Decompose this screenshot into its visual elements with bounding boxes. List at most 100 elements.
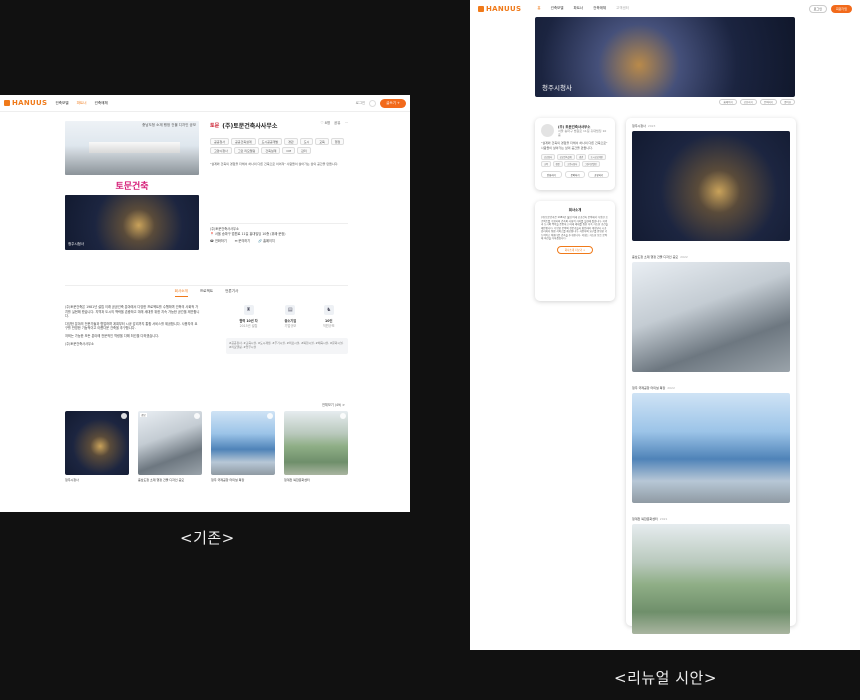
tag-chip[interactable]: 공공청사 — [541, 153, 556, 160]
menu-item-models[interactable]: 건축모델 — [551, 6, 564, 11]
office-mini-logo: 토문 — [210, 123, 220, 129]
pill-like[interactable]: 좋아요 — [780, 99, 795, 105]
project-item[interactable]: 충남도청 소재 행정 건물 디자인 공모 2022 — [632, 255, 790, 372]
share-button[interactable]: 공유하기 — [588, 171, 610, 179]
tag-chip[interactable]: 도시 — [299, 138, 314, 145]
intro-paragraph: 저희는 가능한 모든 분야에 전문적인 역량을 다해 최선을 다하겠습니다. — [65, 333, 160, 338]
project-card[interactable]: 공모 충남도청 소재 행정 건물 디자인 공모 — [138, 411, 202, 482]
tag-chip[interactable]: 교육 — [541, 161, 552, 168]
tab-projects[interactable]: 프로젝트 — [200, 287, 213, 297]
renewal-profile-card: (주) 토문건축사사무소 서울 송파구 법원로 11길 홍대빌딩 10층 "설계… — [535, 118, 615, 190]
tag-chip[interactable]: 행정 — [330, 138, 345, 145]
intro-signature: (주)토문건축사사무소 — [65, 341, 94, 346]
tag-chip[interactable]: 교육 — [315, 138, 329, 145]
tag-chip[interactable]: 고양시청사 — [564, 161, 581, 168]
tag-chip[interactable]: 건축설계 — [261, 147, 281, 154]
renewal-nav-actions: 로그인 회원가입 — [808, 4, 852, 13]
tag-chip[interactable]: 경관 — [576, 153, 587, 160]
project-card-title: 청주 국제공항 터미널 확장 — [211, 478, 245, 482]
office-tools: ♡ 8명 공유 ⋯ — [320, 121, 348, 126]
project-card-title: 청주시청사 — [65, 478, 79, 482]
project-card-title: 청계천 복합문화센터 — [284, 478, 310, 482]
project-item[interactable]: 청주시청사 2023 — [632, 124, 790, 241]
heart-icon[interactable] — [267, 413, 273, 419]
tag-chip[interactable]: 행정 — [552, 161, 563, 168]
renewal-about-card: 회사소개 (주)토문건축은 1981년 설립 이래 공공건축 분야에서 다양한 … — [535, 201, 615, 301]
like-button[interactable]: ♡ 8명 — [320, 121, 330, 126]
menu-item-home[interactable]: 홈 — [537, 6, 540, 11]
about-more-button[interactable]: 회사소개 더보기 > — [557, 245, 593, 254]
legacy-page-screenshot: HANUUS 건축모델 파트너 건축매체 로그인 글쓰기 + 충남도청 소재 행… — [0, 95, 410, 512]
tag-chip[interactable]: 그린리모델링 — [581, 161, 600, 168]
homepage-button[interactable]: 🔗 홈페이지 — [258, 239, 275, 244]
renewal-hero-image[interactable]: 청주시청사 — [535, 17, 795, 97]
menu-item-media[interactable]: 건축매체 — [593, 6, 606, 11]
tag-chip[interactable]: 경관 — [284, 138, 298, 145]
tag-chip[interactable]: 도시공공개발 — [587, 153, 606, 160]
pill-homepage[interactable]: 홈페이지 — [719, 99, 737, 105]
project-badge: 공모 — [140, 413, 147, 417]
hero-photo-night[interactable]: 청주시청사 — [65, 195, 199, 250]
office-tag-chips: 공공청사 공공건축설계 도시공공개발 경관 도시 교육 행정 고양시청사 그린 … — [210, 138, 348, 154]
call-button[interactable]: 전화하기 — [541, 171, 562, 179]
legacy-menu-item-active[interactable]: 파트너 — [77, 101, 87, 106]
legacy-content-tabs: 회사소개 프로젝트 언론기사 — [65, 285, 348, 297]
project-image[interactable] — [632, 393, 790, 503]
tag-chip[interactable]: 도시공공개발 — [257, 138, 283, 145]
profile-description: "설계와 건축의 경험을 더해서 하나의 다른 건축으로" 사람들이 살아가는 … — [541, 141, 608, 150]
signup-button[interactable]: 회원가입 — [830, 4, 852, 13]
legacy-menu-item[interactable]: 건축매체 — [95, 101, 108, 106]
projects-view-all-link[interactable]: 전체보기 (49) > — [322, 402, 345, 407]
tag-chip[interactable]: 공공청사 — [210, 138, 230, 145]
hero-photo-caption: 충남도청 소재 행정 건물 디자인 공모 — [142, 123, 196, 127]
share-button[interactable]: 공유 — [334, 121, 340, 126]
pill-inquiry[interactable]: 문의하기 — [759, 99, 778, 105]
heart-icon[interactable] — [340, 413, 346, 419]
project-card[interactable]: 청주 국제공항 터미널 확장 — [211, 411, 275, 482]
tag-chip[interactable]: 감리 — [297, 147, 311, 154]
project-image[interactable] — [632, 262, 790, 372]
call-button[interactable]: ☎ 전화하기 — [210, 239, 227, 244]
tag-chip[interactable]: 공공건축설계 — [556, 153, 575, 160]
about-title: 회사소개 — [568, 208, 582, 212]
login-button[interactable]: 로그인 — [808, 4, 827, 13]
user-icon[interactable] — [369, 99, 377, 107]
menu-item-support[interactable]: 고객센터 — [616, 6, 629, 11]
hero-photo-building[interactable]: 충남도청 소재 행정 건물 디자인 공모 — [65, 121, 199, 175]
project-item[interactable]: 청계천 복합문화센터 2021 — [632, 517, 790, 634]
renewal-action-pills: 홈페이지 공유하기 문의하기 좋아요 — [719, 99, 795, 105]
inquiry-button[interactable]: 문의하기 — [564, 171, 586, 179]
office-description: "설계와 건축의 경험을 더해서 하나의 다른 건축으로 이어져" 사람들이 살… — [210, 162, 339, 166]
heart-icon[interactable] — [121, 413, 127, 419]
tab-press[interactable]: 언론기사 — [225, 287, 238, 297]
stat-label: 2015년 설립 — [239, 324, 258, 328]
heart-icon[interactable] — [194, 413, 200, 419]
project-card[interactable]: 청계천 복합문화센터 — [284, 411, 348, 482]
profile-tag-chips: 공공청사 공공건축설계 경관 도시공공개발 교육 행정 고양시청사 그린리모델링 — [541, 153, 609, 168]
pill-share[interactable]: 공유하기 — [739, 99, 757, 105]
legacy-company-stats: ♜ 협력 10년 차 2015년 설립 ▤ 중소기업 기업규모 ♞ 10인 직원… — [226, 305, 348, 328]
logo-mark-icon — [478, 5, 484, 12]
legacy-menu-item[interactable]: 건축모델 — [55, 101, 68, 106]
tag-chip[interactable]: 그린 리모델링 — [233, 147, 260, 154]
project-title: 청주 국제공항 터미널 확장 — [632, 386, 666, 390]
project-item[interactable]: 청주 국제공항 터미널 확장 2022 — [632, 386, 790, 503]
tab-about[interactable]: 회사소개 — [174, 287, 188, 297]
tag-chip[interactable]: 고양시청사 — [210, 147, 232, 154]
menu-item-partners[interactable]: 파트너 — [573, 6, 583, 11]
legacy-login-link[interactable]: 로그인 — [356, 101, 366, 106]
legacy-write-button[interactable]: 글쓰기 + — [380, 98, 406, 108]
more-icon[interactable]: ⋯ — [345, 121, 349, 126]
project-year: 2021 — [659, 517, 668, 521]
tag-chip[interactable]: CM — [282, 147, 296, 154]
office-logo-text: 토문건축 — [115, 181, 149, 192]
renewal-logo[interactable]: HANUUS — [478, 5, 521, 13]
intro-paragraph: (주)토문건축은 1981년 설립 이래 공공건축 분야에서 다양한 프로젝트를… — [65, 305, 200, 319]
tag-chip[interactable]: 공공건축설계 — [231, 138, 256, 145]
project-image[interactable] — [632, 131, 790, 241]
project-card[interactable]: 청주시청사 — [65, 411, 129, 482]
legacy-logo[interactable]: HANUUS — [4, 99, 47, 107]
project-card-title: 충남도청 소재 행정 건물 디자인 공모 — [138, 478, 185, 482]
inquiry-button[interactable]: ✉ 문의하기 — [235, 239, 250, 244]
project-image[interactable] — [632, 524, 790, 634]
